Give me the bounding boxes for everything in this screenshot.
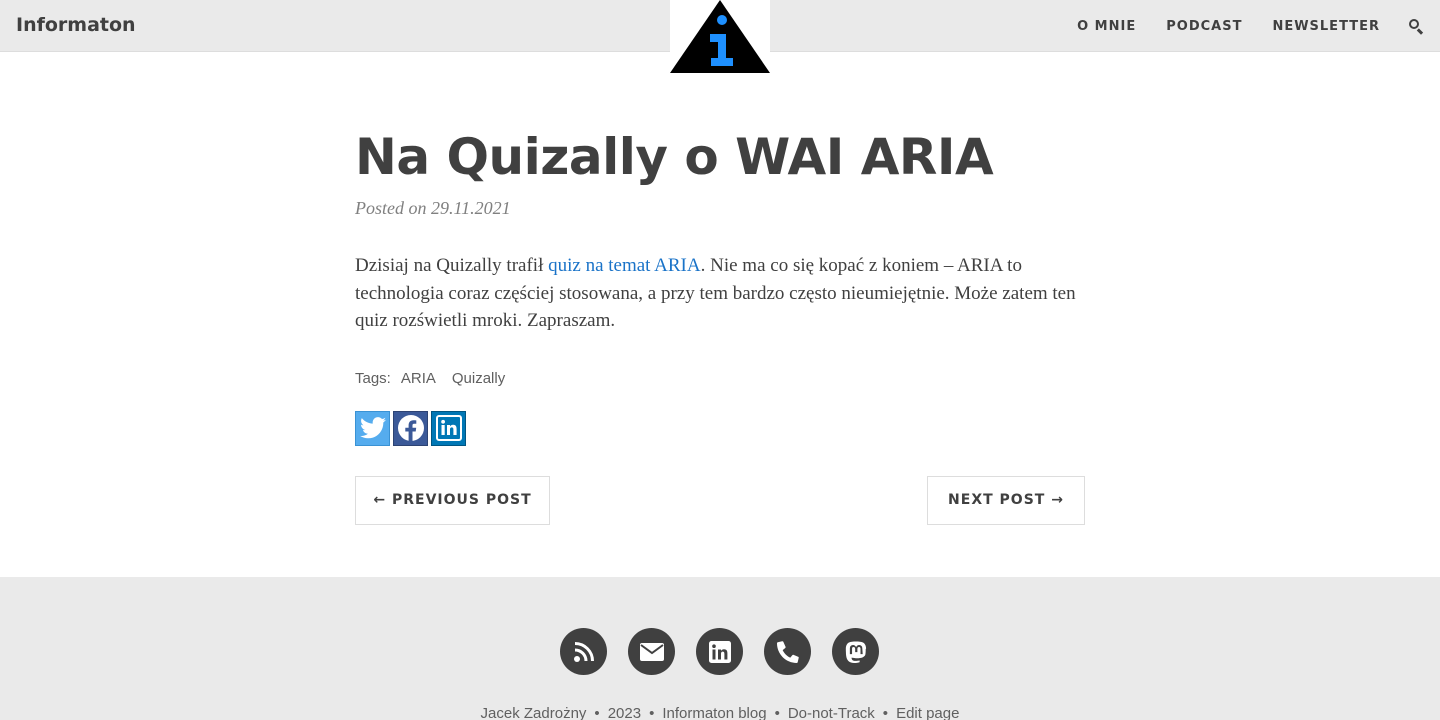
search-icon[interactable] <box>1408 18 1424 35</box>
site-logo[interactable] <box>670 0 770 74</box>
nav-menu: O MNIE PODCAST NEWSLETTER <box>1047 0 1424 52</box>
post-date: Posted on 29.11.2021 <box>355 198 511 218</box>
footer-edit-link[interactable]: Edit page <box>896 705 959 720</box>
footer-blog-link[interactable]: Informaton blog <box>662 705 766 720</box>
footer-year: 2023 <box>607 705 642 720</box>
rss-icon <box>573 641 594 662</box>
footer-separator: • <box>594 705 600 720</box>
footer-separator: • <box>774 705 780 720</box>
previous-post-button[interactable]: ← PREVIOUS POST <box>355 475 550 525</box>
footer-credits: Jacek Zadrożny • 2023 • Informaton blog • Do-n… <box>0 705 1440 720</box>
mastodon-icon <box>845 640 866 663</box>
twitter-icon <box>359 417 386 439</box>
phone-icon <box>776 640 799 663</box>
post-body: Dzisiaj na Quizally trafił quiz na temat… <box>355 252 1085 335</box>
page-title: Na Quizally o WAI ARIA <box>355 128 994 186</box>
mastodon-link[interactable] <box>832 628 879 675</box>
twitter-share-button[interactable] <box>355 410 390 446</box>
page-footer: Jacek Zadrożny • 2023 • Informaton blog • Do-n… <box>0 577 1440 720</box>
phone-link[interactable] <box>764 628 811 675</box>
tags-list: Tags: ARIA Quizally <box>355 370 1085 387</box>
nav-link-o-mnie[interactable]: O MNIE <box>1077 19 1136 34</box>
next-post-button[interactable]: NEXT POST → <box>927 475 1085 525</box>
linkedin-link[interactable] <box>696 628 743 675</box>
facebook-share-button[interactable] <box>393 410 428 446</box>
post-pager: ← PREVIOUS POST NEXT POST → <box>355 475 1085 525</box>
info-triangle-icon <box>670 0 770 73</box>
post-body-text: Dzisiaj na Quizally trafił <box>355 255 549 276</box>
quiz-link[interactable]: quiz na temat ARIA <box>548 255 701 276</box>
linkedin-share-button[interactable] <box>431 410 466 446</box>
linkedin-icon <box>708 640 731 663</box>
footer-separator: • <box>649 705 655 720</box>
footer-dnt-link[interactable]: Do-not-Track <box>788 705 875 720</box>
rss-link[interactable] <box>560 628 607 675</box>
footer-social-links <box>560 628 900 675</box>
nav-link-newsletter[interactable]: NEWSLETTER <box>1272 19 1380 34</box>
email-link[interactable] <box>628 628 675 675</box>
tags-label: Tags: <box>355 369 391 387</box>
linkedin-icon <box>435 415 462 441</box>
footer-separator: • <box>882 705 889 720</box>
facebook-icon <box>397 415 424 441</box>
brand-link[interactable]: Informaton <box>16 14 136 36</box>
nav-link-podcast[interactable]: PODCAST <box>1166 19 1242 34</box>
email-icon <box>639 642 664 661</box>
post-article: Na Quizally o WAI ARIA Posted on 29.11.2… <box>355 120 1085 525</box>
tag-aria[interactable]: ARIA <box>401 370 436 387</box>
share-buttons <box>355 410 1085 446</box>
tag-quizally[interactable]: Quizally <box>452 370 505 387</box>
footer-author: Jacek Zadrożny <box>480 705 587 720</box>
